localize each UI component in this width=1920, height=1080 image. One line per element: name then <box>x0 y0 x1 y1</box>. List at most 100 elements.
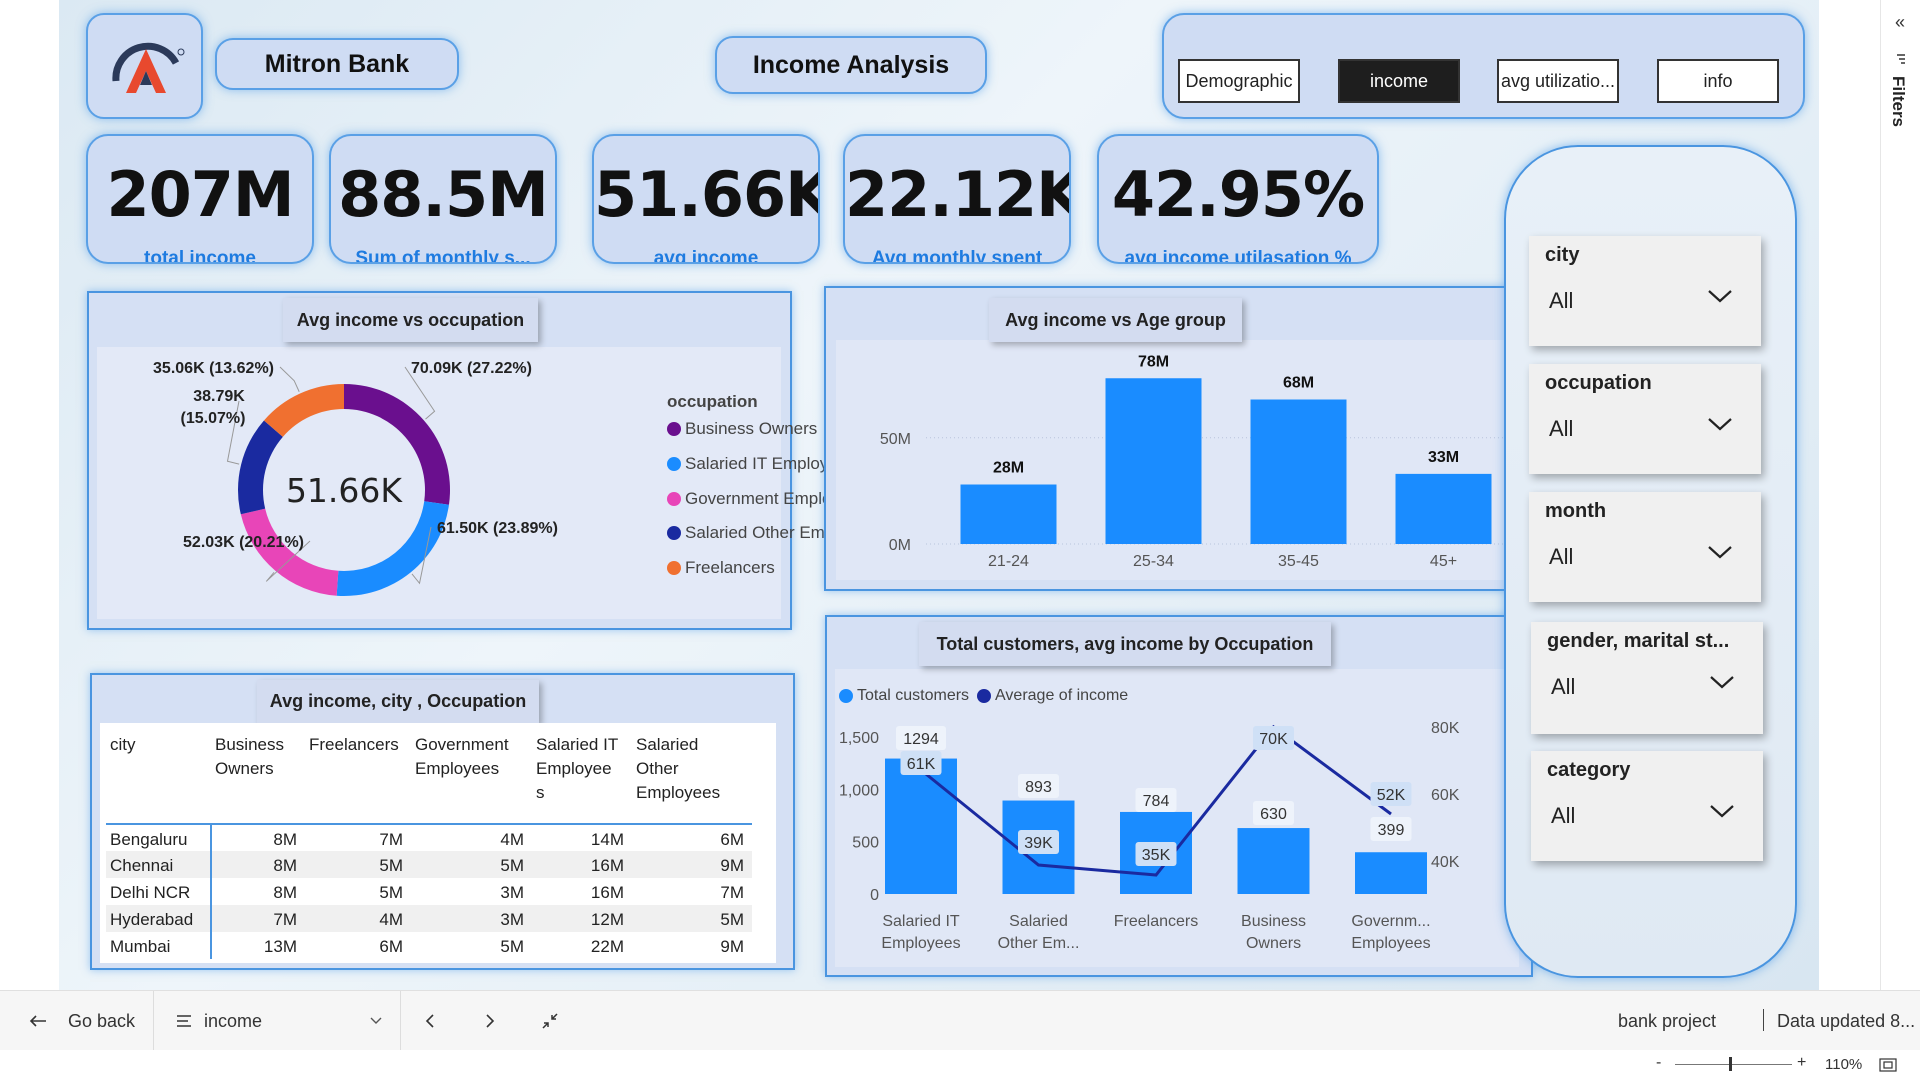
legend-item-government[interactable]: Government Emplo... <box>667 489 846 509</box>
zoom-in-button[interactable]: + <box>1797 1054 1806 1072</box>
table-header-salaried[interactable]: Salaried Other Employees <box>632 733 752 825</box>
table-header-salaried-it[interactable]: Salaried IT Employee s <box>532 733 632 825</box>
table-cell: 13M <box>263 937 297 956</box>
filter-icon[interactable] <box>1894 52 1908 66</box>
chevron-down-icon[interactable] <box>1709 801 1735 821</box>
exit-fullscreen-icon[interactable] <box>541 1012 559 1030</box>
donut-slice-freelancers[interactable] <box>263 384 344 437</box>
zoom-level[interactable]: 110% <box>1825 1056 1862 1073</box>
slicer-month[interactable]: month All <box>1529 492 1761 602</box>
kpi-card-avg-monthly-spent: 22.12K Avg monthly spent <box>843 134 1071 264</box>
zoom-slider-track[interactable] <box>1675 1064 1792 1065</box>
table-row[interactable]: Chennai 8M 5M 5M 16M 9M <box>106 851 752 878</box>
table-cell: 6M <box>720 829 744 849</box>
age-bar-21-24[interactable] <box>960 484 1057 545</box>
table-cell: 5M <box>500 937 524 956</box>
kpi-value: 51.66K <box>594 158 820 231</box>
age-bar-35-45[interactable] <box>1250 399 1347 545</box>
table-title: Avg income, city , Occupation <box>257 680 539 723</box>
avg-income-vs-age-panel[interactable]: Avg income vs Age group 50M 0M 28M 21-24 78M… <box>824 286 1533 591</box>
avg-income-vs-occupation-panel[interactable]: Avg income vs occupation 70.09K (27.22%)… <box>87 291 852 630</box>
donut-data-label: 70.09K (27.22%) <box>411 360 532 377</box>
kpi-value: 207M <box>106 158 294 231</box>
legend-item-business-owners[interactable]: Business Owners <box>667 419 817 439</box>
chevron-down-icon <box>370 1017 382 1024</box>
chevron-down-icon[interactable] <box>1707 542 1733 562</box>
chevron-down-icon[interactable] <box>1709 672 1735 692</box>
legend-item-freelancers[interactable]: Freelancers <box>667 558 775 578</box>
slicer-value: All <box>1549 416 1574 441</box>
chevron-down-icon[interactable] <box>1707 286 1733 306</box>
bank-name: Mitron Bank <box>264 49 410 78</box>
page-title-card: Income Analysis <box>715 36 987 94</box>
combo-bar-governm-employees[interactable] <box>1355 852 1427 894</box>
donut-slice-salaried-it-employees[interactable] <box>336 501 449 596</box>
slicer-value: All <box>1549 288 1574 313</box>
slicer-category[interactable]: category All <box>1531 751 1763 861</box>
nav-button-demographic[interactable]: Demographic <box>1178 59 1300 103</box>
table-cell: 3M <box>500 883 524 902</box>
combo-bar-salaried-it-employees[interactable] <box>885 758 957 894</box>
report-canvas: Mitron Bank Income Analysis Demographic … <box>59 0 1819 990</box>
combo-y-left-tick-label: 0 <box>870 887 879 904</box>
expand-filters-icon[interactable]: « <box>1895 12 1905 33</box>
age-bar-45[interactable] <box>1395 473 1492 544</box>
fit-to-page-icon[interactable] <box>1879 1058 1897 1072</box>
combo-x-tick-label: Other Em... <box>998 935 1080 952</box>
page-selector[interactable]: income <box>176 991 382 1051</box>
table-row[interactable]: Delhi NCR 8M 5M 3M 16M 7M <box>106 878 752 905</box>
slicer-occupation[interactable]: occupation All <box>1529 364 1761 474</box>
bank-name-card: Mitron Bank <box>215 38 459 90</box>
table-header-government[interactable]: Government Employees <box>411 733 532 825</box>
table-cell: 7M <box>379 829 403 849</box>
previous-page-icon[interactable] <box>424 1013 436 1029</box>
combo-x-tick-label: Employees <box>1351 935 1430 952</box>
kpi-label: avg income utilasation % <box>1124 248 1352 264</box>
slicer-city[interactable]: city All <box>1529 236 1761 346</box>
nav-button-info[interactable]: info <box>1657 59 1779 103</box>
donut-slice-salaried-other-employees[interactable] <box>237 420 283 515</box>
legend-item-salaried-other[interactable]: Salaried Other Emp... <box>667 523 848 543</box>
table-header-freelancers[interactable]: Freelancers <box>305 733 411 825</box>
nav-button-income[interactable]: income <box>1338 59 1460 103</box>
zoom-out-button[interactable]: - <box>1656 1054 1661 1072</box>
logo-card <box>86 13 203 119</box>
age-bar-25-34[interactable] <box>1105 378 1202 544</box>
age-y-tick-label: 0M <box>889 537 911 554</box>
table-header-city[interactable]: city <box>106 733 211 825</box>
zoom-slider-thumb[interactable] <box>1729 1057 1732 1071</box>
nav-button-avg-utilization[interactable]: avg utilizatio... <box>1497 59 1619 103</box>
donut-data-label: 38.79K <box>193 388 245 405</box>
table-row-header: Mumbai <box>106 932 212 959</box>
table-cell: 7M <box>273 910 297 929</box>
combo-x-tick-label: Employees <box>881 935 960 952</box>
filters-pane-collapsed[interactable]: « Filters <box>1880 0 1920 990</box>
slicer-label: gender, marital st... <box>1547 630 1730 652</box>
combo-x-tick-label: Salaried IT <box>882 913 960 930</box>
table-cell: 7M <box>720 883 744 902</box>
table-header-business[interactable]: Business Owners <box>211 733 305 825</box>
slicer-gender-marital-status[interactable]: gender, marital st... All <box>1531 622 1763 734</box>
table-cell: 14M <box>590 829 624 849</box>
kpi-card-income-utilisation: 42.95% avg income utilasation % <box>1097 134 1379 264</box>
bar-divider <box>153 991 154 1051</box>
age-x-tick-label: 25-34 <box>1133 553 1174 570</box>
chevron-down-icon[interactable] <box>1707 414 1733 434</box>
go-back-button[interactable]: Go back <box>28 991 135 1051</box>
bottom-navigation-bar: Go back income bank project Data updated… <box>0 990 1920 1051</box>
table-row[interactable]: Hyderabad 7M 4M 3M 12M 5M <box>106 905 752 932</box>
donut-legend-title: occupation <box>667 392 758 411</box>
slicer-label: category <box>1547 759 1631 781</box>
donut-slice-government-employees[interactable] <box>240 508 339 596</box>
next-page-icon[interactable] <box>484 1013 496 1029</box>
combo-line-data-label: 61K <box>907 756 936 773</box>
table-row[interactable]: Mumbai 13M 6M 5M 22M 9M <box>106 932 752 959</box>
table-row[interactable]: Bengaluru 8M 7M 4M 14M 6M <box>106 824 752 851</box>
customers-income-by-occupation-panel[interactable]: Total customers, avg income by Occupatio… <box>825 615 1533 977</box>
combo-bar-business-owners[interactable] <box>1237 828 1310 894</box>
combo-line-data-label: 35K <box>1142 847 1171 864</box>
table-cell: 4M <box>379 910 403 929</box>
avg-income-city-occupation-panel[interactable]: Avg income, city , Occupation city Busine… <box>90 673 795 970</box>
bar-divider <box>1763 1009 1764 1031</box>
filters-label[interactable]: Filters <box>1888 76 1908 127</box>
